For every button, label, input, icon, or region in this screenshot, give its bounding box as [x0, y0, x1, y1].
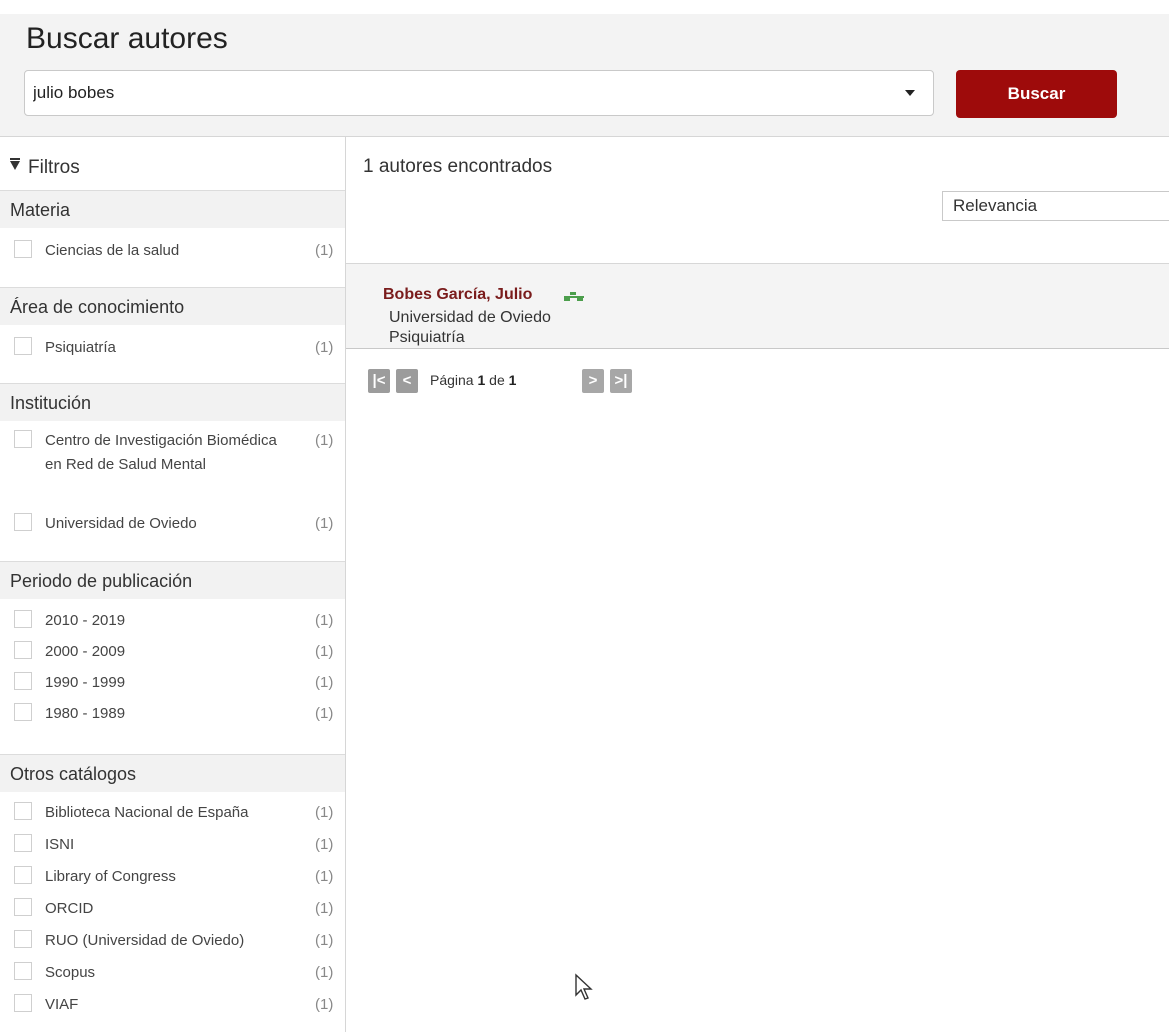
facet-checkbox[interactable] — [14, 930, 32, 948]
facet-checkbox[interactable] — [14, 866, 32, 884]
facet-checkbox[interactable] — [14, 703, 32, 721]
facet-item-count: (1) — [315, 868, 334, 885]
facet-item-label[interactable]: Scopus — [45, 961, 305, 985]
hierarchy-icon[interactable] — [564, 292, 584, 301]
facet-item-count: (1) — [315, 242, 334, 259]
search-input[interactable] — [25, 71, 885, 115]
facet-checkbox[interactable] — [14, 430, 32, 448]
page-indicator: Página 1 de 1 — [430, 372, 517, 388]
facet-item-count: (1) — [315, 643, 334, 660]
facet-item-label[interactable]: 1990 - 1999 — [45, 671, 305, 695]
facet-item-label[interactable]: Universidad de Oviedo — [45, 512, 305, 536]
facet-item-label[interactable]: 2010 - 2019 — [45, 609, 305, 633]
facet-header-area[interactable]: Área de conocimiento — [0, 287, 345, 325]
facet-header-institucion[interactable]: Institución — [0, 383, 345, 421]
facet-item-label[interactable]: Ciencias de la salud — [45, 239, 305, 263]
search-header: Buscar autores Buscar — [0, 14, 1169, 137]
author-institution: Universidad de Oviedo — [389, 309, 551, 326]
previous-page-icon[interactable]: < — [396, 369, 418, 393]
facet-item-label[interactable]: Library of Congress — [45, 865, 305, 889]
next-page-icon[interactable]: > — [582, 369, 604, 393]
last-page-icon[interactable]: >| — [610, 369, 632, 393]
facet-checkbox[interactable] — [14, 672, 32, 690]
facet-item-count: (1) — [315, 996, 334, 1013]
facet-checkbox[interactable] — [14, 240, 32, 258]
facet-item-label[interactable]: 1980 - 1989 — [45, 702, 305, 726]
facet-checkbox[interactable] — [14, 898, 32, 916]
result-card: Bobes García, Julio Universidad de Ovied… — [346, 263, 1169, 349]
facet-checkbox[interactable] — [14, 834, 32, 852]
facet-header-periodo[interactable]: Periodo de publicación — [0, 561, 345, 599]
facet-header-otros-catalogos[interactable]: Otros catálogos — [0, 754, 345, 792]
funnel-icon — [10, 158, 20, 171]
facet-item-count: (1) — [315, 964, 334, 981]
facet-checkbox[interactable] — [14, 994, 32, 1012]
facet-checkbox[interactable] — [14, 802, 32, 820]
results-panel: 1 autores encontrados Relevancia Bobes G… — [346, 137, 1169, 1032]
facet-item-count: (1) — [315, 932, 334, 949]
facet-item-label[interactable]: Biblioteca Nacional de España — [45, 801, 320, 825]
facet-item-count: (1) — [315, 836, 334, 853]
caret-down-icon[interactable] — [905, 90, 915, 96]
facet-item-label[interactable]: VIAF — [45, 993, 305, 1017]
facet-item-label[interactable]: Psiquiatría — [45, 336, 305, 360]
facet-item-count: (1) — [315, 432, 334, 449]
search-combobox[interactable] — [24, 70, 934, 116]
facet-checkbox[interactable] — [14, 337, 32, 355]
facet-header-materia[interactable]: Materia — [0, 190, 345, 228]
filters-label: Filtros — [28, 157, 80, 178]
facet-item-count: (1) — [315, 804, 334, 821]
facet-item-count: (1) — [315, 612, 334, 629]
filters-title: Filtros — [10, 157, 80, 179]
facet-item-label[interactable]: RUO (Universidad de Oviedo) — [45, 929, 320, 953]
page-title: Buscar autores — [26, 22, 228, 55]
facet-checkbox[interactable] — [14, 513, 32, 531]
result-count: 1 autores encontrados — [363, 156, 553, 177]
facet-checkbox[interactable] — [14, 962, 32, 980]
mouse-pointer-icon — [575, 973, 593, 1000]
facet-item-count: (1) — [315, 515, 334, 532]
author-area: Psiquiatría — [389, 329, 465, 346]
search-button[interactable]: Buscar — [956, 70, 1117, 118]
author-name-link[interactable]: Bobes García, Julio — [383, 286, 532, 304]
facet-item-label[interactable]: 2000 - 2009 — [45, 640, 305, 664]
sort-select[interactable]: Relevancia — [942, 191, 1169, 221]
cropped-caption-strip — [0, 0, 1169, 14]
facet-checkbox[interactable] — [14, 610, 32, 628]
facet-item-count: (1) — [315, 339, 334, 356]
facet-item-count: (1) — [315, 900, 334, 917]
first-page-icon[interactable]: |< — [368, 369, 390, 393]
facet-item-label[interactable]: Centro de Investigación Biomédica en Red… — [45, 429, 295, 477]
facet-item-label[interactable]: ORCID — [45, 897, 305, 921]
facet-item-label[interactable]: ISNI — [45, 833, 305, 857]
facet-item-count: (1) — [315, 705, 334, 722]
filters-sidebar: Filtros Materia Ciencias de la salud (1)… — [0, 137, 346, 1032]
facet-item-count: (1) — [315, 674, 334, 691]
facet-checkbox[interactable] — [14, 641, 32, 659]
